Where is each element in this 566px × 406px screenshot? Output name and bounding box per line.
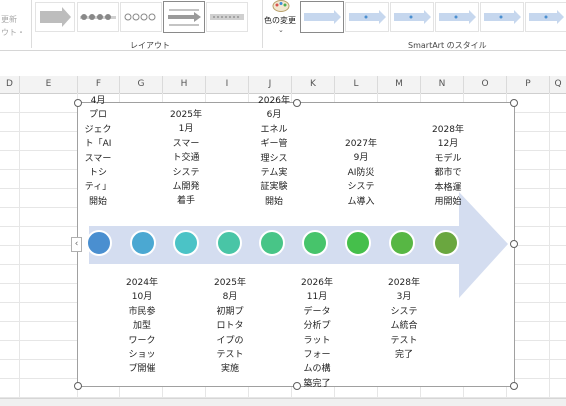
column-header-o[interactable]: O <box>464 76 507 93</box>
event-text-top-3[interactable]: 2026年 6月 エネル ギー管 理シス テム実 証実験 開始 <box>250 94 298 209</box>
style-item-2[interactable] <box>345 2 389 32</box>
event-text-bottom-1[interactable]: 2024年 10月 市民参 加型 ワーク ショッ プ開催 <box>118 276 166 377</box>
timeline-node-6[interactable] <box>302 230 328 256</box>
column-header-j[interactable]: J <box>249 76 292 93</box>
column-header-l[interactable]: L <box>335 76 378 93</box>
timeline-node-9[interactable] <box>433 230 459 256</box>
layout-alternating-process[interactable] <box>120 2 162 32</box>
column-header-i[interactable]: I <box>206 76 249 93</box>
ribbon-separator <box>31 0 32 48</box>
column-header-q[interactable]: Q <box>550 76 566 93</box>
style-item-6[interactable] <box>525 2 566 32</box>
ribbon: 更新 ウト・ レイアウト 色の変更 ⌄ SmartArt のスタイル <box>0 0 566 51</box>
column-header-p[interactable]: P <box>507 76 550 93</box>
style-item-5[interactable] <box>480 2 524 32</box>
style-arrow-icon <box>529 10 564 24</box>
timeline-node-1[interactable] <box>86 230 112 256</box>
layout-circle-process[interactable] <box>77 2 119 32</box>
event-text-bottom-3[interactable]: 2026年 11月 データ 分析プ ラット フォー ムの構 築完了 <box>293 276 341 391</box>
column-header-d[interactable]: D <box>0 76 20 93</box>
style-arrow-icon <box>304 10 341 24</box>
layout-arrow-process[interactable] <box>206 2 248 32</box>
column-header-m[interactable]: M <box>378 76 421 93</box>
event-text-top-2[interactable]: 2025年 1月 スマー ト交通 システ ム開発 着手 <box>162 108 210 209</box>
column-header-f[interactable]: F <box>78 76 120 93</box>
event-text-top-4[interactable]: 2027年 9月 AI防災 システ ム導入 <box>337 137 385 209</box>
ribbon-partial-label-1: 更新 <box>1 15 17 24</box>
style-item-4[interactable] <box>435 2 479 32</box>
style-arrow-icon <box>394 10 431 24</box>
ribbon-partial-label-2: ウト・ <box>1 28 25 37</box>
event-text-bottom-4[interactable]: 2028年 3月 システ ム統合 テスト 完了 <box>380 276 428 362</box>
change-colors-button[interactable]: 色の変更 ⌄ <box>264 0 296 38</box>
timeline-node-2[interactable] <box>130 230 156 256</box>
resize-handle-right[interactable] <box>510 240 518 248</box>
column-header-n[interactable]: N <box>421 76 464 93</box>
layout-group-label: レイアウト <box>130 41 170 50</box>
chevron-down-icon: ⌄ <box>278 26 284 34</box>
layout-basic-chevron[interactable] <box>35 2 75 32</box>
timeline-node-8[interactable] <box>389 230 415 256</box>
column-header-e[interactable]: E <box>20 76 78 93</box>
column-header-h[interactable]: H <box>163 76 206 93</box>
change-colors-label: 色の変更 <box>264 16 296 25</box>
ribbon-separator <box>262 0 263 48</box>
style-arrow-icon <box>349 10 386 24</box>
chevron-layout-icon <box>40 7 71 27</box>
event-text-top-5[interactable]: 2028年 12月 モデル 都市で 本格運 用開始 <box>424 123 472 209</box>
resize-handle-bottom-right[interactable] <box>510 382 518 390</box>
column-header-bar: D E F G H I J K L M N O P Q <box>0 76 566 94</box>
column-header-k[interactable]: K <box>292 76 335 93</box>
event-text-top-1[interactable]: 4月 プロ ジェク ト「AI スマー トシ ティ」 開始 <box>74 94 122 209</box>
resize-handle-bottom-left[interactable] <box>74 382 82 390</box>
style-arrow-icon <box>439 10 476 24</box>
arrow-process-layout-icon <box>210 14 244 20</box>
timeline-node-5[interactable] <box>259 230 285 256</box>
smartart-style-group-label: SmartArt のスタイル <box>408 41 487 50</box>
text-pane-toggle-button[interactable]: ‹ <box>71 237 82 252</box>
circle-process-layout-icon <box>80 14 116 20</box>
style-arrow-icon <box>484 10 521 24</box>
column-header-g[interactable]: G <box>120 76 163 93</box>
event-text-bottom-2[interactable]: 2025年 8月 初期プ ロトタ イプの テスト 実施 <box>206 276 254 377</box>
alternating-process-layout-icon <box>124 13 156 21</box>
timeline-layout-icon <box>168 9 201 26</box>
layout-timeline-selected[interactable] <box>163 1 205 33</box>
timeline-node-3[interactable] <box>173 230 199 256</box>
resize-handle-top-right[interactable] <box>510 99 518 107</box>
timeline-node-4[interactable] <box>216 230 242 256</box>
style-item-3[interactable] <box>390 2 434 32</box>
timeline-node-7[interactable] <box>345 230 371 256</box>
palette-icon <box>272 0 290 12</box>
style-item-1-selected[interactable] <box>300 1 344 33</box>
